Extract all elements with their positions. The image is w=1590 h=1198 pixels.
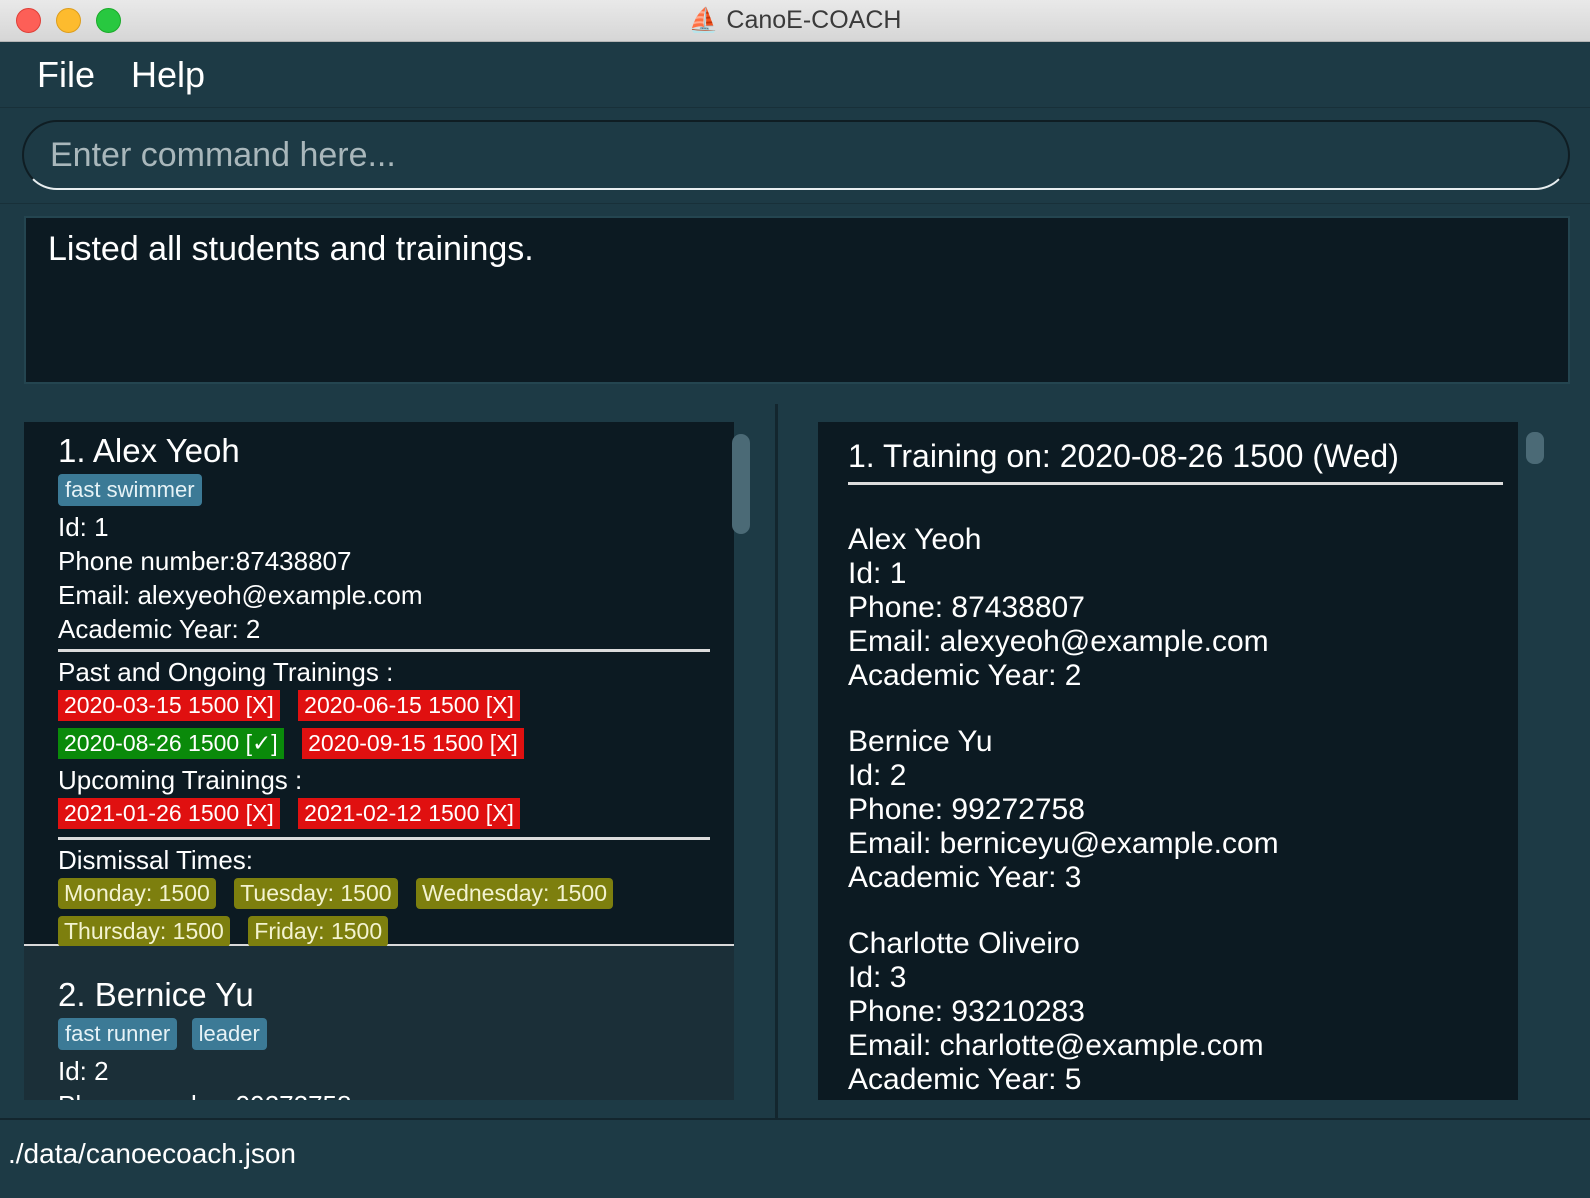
tag-row: fast swimmer bbox=[58, 474, 720, 510]
status-file-path: ./data/canoecoach.json bbox=[8, 1138, 296, 1169]
dismissal-chip: Friday: 1500 bbox=[248, 916, 389, 947]
past-trainings-row-1: 2020-03-15 1500 [X] 2020-06-15 1500 [X] bbox=[58, 688, 720, 726]
menu-file[interactable]: File bbox=[37, 54, 95, 96]
student-list-scrollbar[interactable] bbox=[732, 434, 750, 534]
window-title: CanoE-COACH bbox=[726, 6, 902, 34]
training-list-scrollbar[interactable] bbox=[1526, 432, 1544, 464]
past-trainings-label: Past and Ongoing Trainings : bbox=[58, 657, 394, 687]
attendee-block: Alex Yeoh Id: 1 Phone: 87438807 Email: a… bbox=[848, 523, 1488, 693]
dismissal-chip: Wednesday: 1500 bbox=[416, 878, 613, 909]
student-phone: Phone number:99272758 bbox=[58, 1088, 720, 1100]
student-phone: Phone number:87438807 bbox=[58, 546, 352, 576]
canoe-icon: ⛵ bbox=[688, 7, 719, 34]
attendee-block: Bernice Yu Id: 2 Phone: 99272758 Email: … bbox=[848, 725, 1488, 895]
student-id: Id: 1 bbox=[58, 512, 109, 542]
attendee-id: Id: 2 bbox=[848, 759, 907, 792]
attendee-email: Email: charlotte@example.com bbox=[848, 1029, 1264, 1062]
attendee-phone: Phone: 87438807 bbox=[848, 591, 1085, 624]
tag-badge: fast swimmer bbox=[58, 474, 202, 506]
attendee-name: Bernice Yu bbox=[848, 725, 993, 758]
upcoming-trainings-row: 2021-01-26 1500 [X] 2021-02-12 1500 [X] bbox=[58, 796, 720, 834]
command-input-wrapper[interactable] bbox=[22, 120, 1570, 190]
divider bbox=[848, 482, 1503, 485]
dismissal-chip: Thursday: 1500 bbox=[58, 916, 230, 947]
attendee-phone: Phone: 99272758 bbox=[848, 793, 1085, 826]
training-chip: 2020-08-26 1500 [✓] bbox=[58, 728, 284, 759]
student-card[interactable]: 1. Alex Yeoh fast swimmer Id: 1 Phone nu… bbox=[24, 422, 734, 947]
attendee-id: Id: 1 bbox=[848, 557, 907, 590]
command-input[interactable] bbox=[50, 136, 1568, 175]
tag-badge: fast runner bbox=[58, 1018, 178, 1050]
student-card[interactable]: 2. Bernice Yu fast runner leader Id: 2 P… bbox=[24, 946, 734, 1100]
divider bbox=[58, 649, 710, 652]
student-email: Email: alexyeoh@example.com bbox=[58, 580, 423, 610]
attendee-email: Email: berniceyu@example.com bbox=[848, 827, 1279, 860]
training-chip: 2020-09-15 1500 [X] bbox=[302, 728, 524, 759]
attendee-email: Email: alexyeoh@example.com bbox=[848, 625, 1269, 658]
student-list[interactable]: 1. Alex Yeoh fast swimmer Id: 1 Phone nu… bbox=[24, 422, 734, 1100]
training-chip: 2020-03-15 1500 [X] bbox=[58, 690, 280, 721]
training-title: 1. Training on: 2020-08-26 1500 (Wed) bbox=[848, 438, 1399, 474]
window-title-group: ⛵ CanoE-COACH bbox=[0, 6, 1590, 35]
menu-bar: File Help bbox=[0, 42, 1590, 108]
attendee-id: Id: 3 bbox=[848, 961, 907, 994]
training-chip: 2021-02-12 1500 [X] bbox=[298, 798, 520, 829]
menu-help[interactable]: Help bbox=[131, 54, 205, 96]
training-list-panel: 1. Training on: 2020-08-26 1500 (Wed) Al… bbox=[796, 404, 1590, 1118]
dismissal-times-label: Dismissal Times: bbox=[58, 845, 254, 875]
upcoming-trainings-label: Upcoming Trainings : bbox=[58, 765, 303, 795]
student-id: Id: 2 bbox=[58, 1056, 109, 1086]
dismissal-chip: Monday: 1500 bbox=[58, 878, 216, 909]
attendee-phone: Phone: 93210283 bbox=[848, 995, 1085, 1028]
result-display-area: Listed all students and trainings. bbox=[0, 204, 1590, 400]
result-display: Listed all students and trainings. bbox=[24, 216, 1570, 384]
attendee-block: Charlotte Oliveiro Id: 3 Phone: 93210283… bbox=[848, 927, 1488, 1097]
divider bbox=[58, 837, 710, 840]
student-name: 1. Alex Yeoh bbox=[58, 432, 240, 469]
training-chip: 2020-06-15 1500 [X] bbox=[298, 690, 520, 721]
student-name: 2. Bernice Yu bbox=[58, 976, 254, 1013]
training-chip: 2021-01-26 1500 [X] bbox=[58, 798, 280, 829]
attendee-name: Alex Yeoh bbox=[848, 523, 982, 556]
attendee-academic-year: Academic Year: 2 bbox=[848, 659, 1082, 692]
title-bar: ⛵ CanoE-COACH bbox=[0, 0, 1590, 42]
status-bar: ./data/canoecoach.json bbox=[0, 1118, 1590, 1198]
dismissal-chip: Tuesday: 1500 bbox=[234, 878, 398, 909]
dismissal-row-1: Monday: 1500 Tuesday: 1500 Wednesday: 15… bbox=[58, 876, 720, 914]
tag-badge: leader bbox=[191, 1018, 267, 1050]
attendee-name: Charlotte Oliveiro bbox=[848, 927, 1080, 960]
student-list-panel: 1. Alex Yeoh fast swimmer Id: 1 Phone nu… bbox=[0, 404, 778, 1118]
attendee-academic-year: Academic Year: 3 bbox=[848, 861, 1082, 894]
attendee-academic-year: Academic Year: 5 bbox=[848, 1063, 1082, 1096]
tag-row: fast runner leader bbox=[58, 1018, 720, 1054]
student-academic-year: Academic Year: 2 bbox=[58, 614, 261, 644]
command-box-area bbox=[0, 108, 1590, 204]
past-trainings-row-2: 2020-08-26 1500 [✓] 2020-09-15 1500 [X] bbox=[58, 726, 720, 764]
training-list[interactable]: 1. Training on: 2020-08-26 1500 (Wed) Al… bbox=[818, 422, 1518, 1100]
